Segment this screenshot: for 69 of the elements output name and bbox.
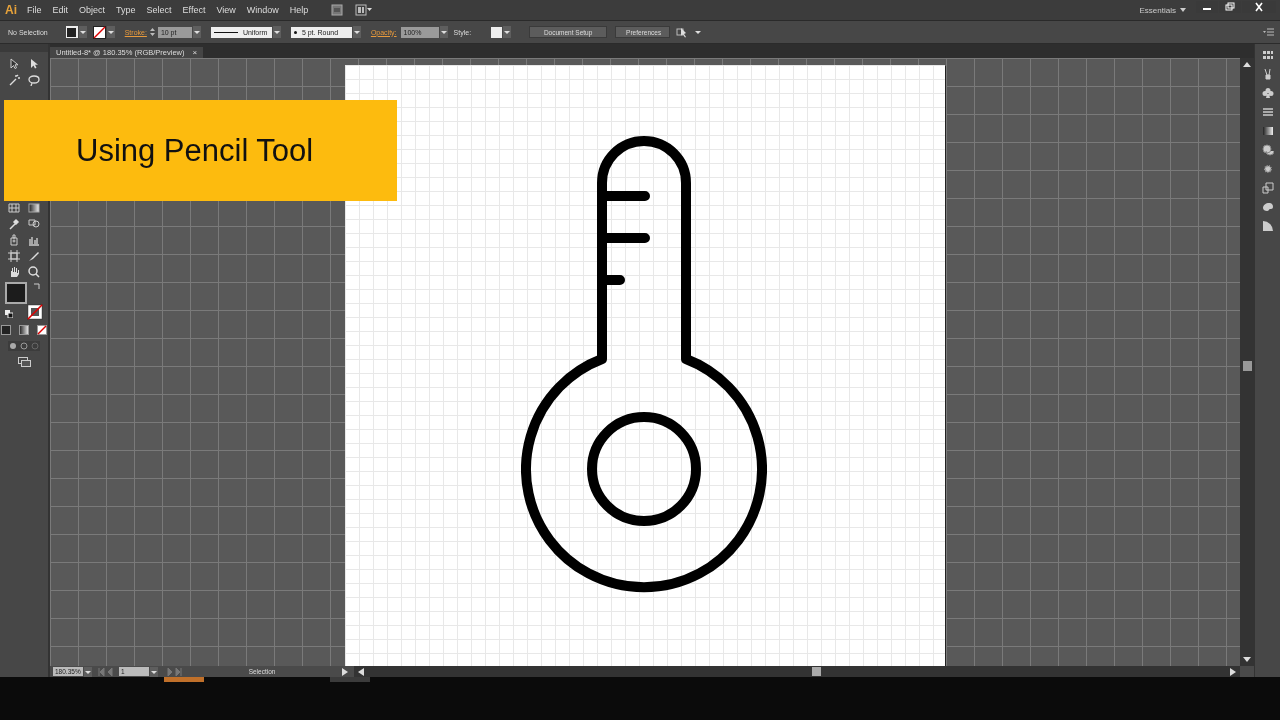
chart-icon[interactable] <box>28 234 40 246</box>
caret-icon[interactable] <box>78 26 87 38</box>
none-stroke-icon[interactable] <box>92 25 106 39</box>
banner-title: Using Pencil Tool <box>76 132 314 169</box>
isolate-icon[interactable] <box>676 26 689 38</box>
play-icon[interactable] <box>342 667 348 676</box>
zoom-icon[interactable] <box>28 266 40 278</box>
direct-pointer-icon[interactable] <box>28 58 40 70</box>
none-stroke-icon[interactable] <box>27 304 43 320</box>
draw-mode-icon[interactable] <box>8 341 40 351</box>
swap-icon[interactable] <box>33 282 41 290</box>
spray-icon[interactable] <box>8 234 20 246</box>
workspace-switcher[interactable]: Essentials <box>1139 5 1176 15</box>
menu-item[interactable]: Edit <box>52 5 69 15</box>
fill-swatch[interactable] <box>5 282 27 304</box>
none-mode-icon[interactable] <box>37 325 47 335</box>
scroll-thumb[interactable] <box>1242 361 1252 371</box>
artboard-icon[interactable] <box>8 250 20 262</box>
screen-mode-icon[interactable] <box>17 357 31 367</box>
app-logo: Ai <box>5 3 17 17</box>
scroll-thumb[interactable] <box>812 667 821 676</box>
caret-icon[interactable] <box>503 26 512 38</box>
scroll-down-icon[interactable] <box>1243 657 1251 663</box>
gradient-mode-icon[interactable] <box>19 325 29 335</box>
club-icon[interactable] <box>1261 87 1274 99</box>
squares-icon[interactable] <box>1261 182 1274 194</box>
lines-icon[interactable] <box>1261 106 1274 118</box>
panel-menu-icon[interactable] <box>1263 28 1274 36</box>
scroll-right-icon[interactable] <box>1230 667 1236 676</box>
caret-icon[interactable] <box>84 666 92 677</box>
lasso-icon[interactable] <box>28 74 40 86</box>
color-mode-icon[interactable] <box>1 325 11 335</box>
hand-icon[interactable] <box>8 266 20 278</box>
menu-item[interactable]: Effect <box>182 5 206 15</box>
menu-item[interactable]: Select <box>146 5 172 15</box>
fill-swatch[interactable] <box>65 26 78 38</box>
sun-icon[interactable] <box>1261 163 1274 175</box>
scroll-up-icon[interactable] <box>1243 61 1251 67</box>
caret-icon[interactable] <box>106 26 115 38</box>
menu-item[interactable]: Object <box>79 5 106 15</box>
palette-icon[interactable] <box>1261 201 1274 213</box>
caret-icon[interactable] <box>1180 8 1186 12</box>
circles-icon[interactable] <box>1261 144 1274 156</box>
style-swatch[interactable] <box>491 26 503 38</box>
caret-icon[interactable] <box>439 26 448 38</box>
taskbar-indicator <box>164 677 204 682</box>
blend-icon[interactable] <box>28 218 40 230</box>
eyedropper-icon[interactable] <box>8 218 20 230</box>
menu-item[interactable]: Help <box>289 5 309 15</box>
caret-icon[interactable] <box>272 26 281 38</box>
grid-icon[interactable] <box>1261 49 1274 61</box>
gradient-tool-icon[interactable] <box>28 202 40 214</box>
menu-item[interactable]: Type <box>116 5 136 15</box>
arrange-icon[interactable] <box>355 4 374 16</box>
caret-icon[interactable] <box>352 26 361 38</box>
gradient-icon[interactable] <box>1261 125 1274 137</box>
caret-icon[interactable] <box>192 26 201 38</box>
pointer-icon[interactable] <box>8 58 20 70</box>
default-colors-icon[interactable] <box>5 310 13 318</box>
menu-item[interactable]: File <box>27 5 42 15</box>
caret-icon[interactable] <box>150 666 158 677</box>
menu-item[interactable]: Window <box>246 5 279 15</box>
bridge-icon[interactable] <box>331 4 344 16</box>
tab-close-button[interactable]: × <box>192 48 198 57</box>
menu-item[interactable]: View <box>216 5 236 15</box>
mesh-icon[interactable] <box>8 202 20 214</box>
wand-icon[interactable] <box>8 74 20 86</box>
scroll-left-icon[interactable] <box>358 667 364 676</box>
knife-icon[interactable] <box>28 250 40 262</box>
